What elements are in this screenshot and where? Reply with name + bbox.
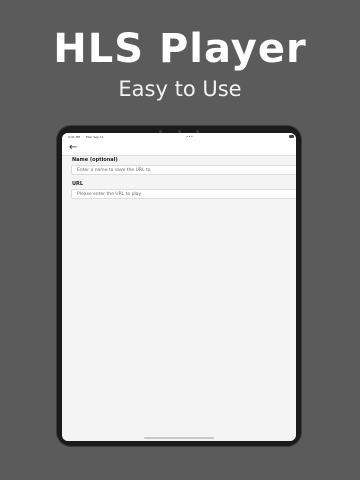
status-time: 9:41 PM bbox=[68, 135, 81, 139]
nav-bar: ← bbox=[62, 141, 296, 156]
status-center-dots: ••• bbox=[186, 134, 194, 139]
back-arrow-icon[interactable]: ← bbox=[69, 142, 77, 154]
promo-title: HLS Player bbox=[53, 26, 307, 72]
name-label: Name (optional) bbox=[72, 157, 118, 163]
app-screen: 9:41 PM Mon Sep 11 ••• ← Name (optional)… bbox=[62, 133, 296, 441]
name-input[interactable]: Enter a name to save the URL to bbox=[71, 165, 296, 175]
promo-subtitle: Easy to Use bbox=[118, 77, 242, 101]
home-indicator bbox=[144, 437, 214, 439]
status-date: Mon Sep 11 bbox=[86, 135, 104, 139]
tablet-frame: 9:41 PM Mon Sep 11 ••• ← Name (optional)… bbox=[57, 126, 301, 446]
url-label: URL bbox=[72, 181, 84, 187]
battery-icon bbox=[289, 135, 294, 138]
status-bar: 9:41 PM Mon Sep 11 ••• bbox=[62, 133, 296, 141]
url-input[interactable]: Please enter the URL to play bbox=[71, 189, 296, 199]
